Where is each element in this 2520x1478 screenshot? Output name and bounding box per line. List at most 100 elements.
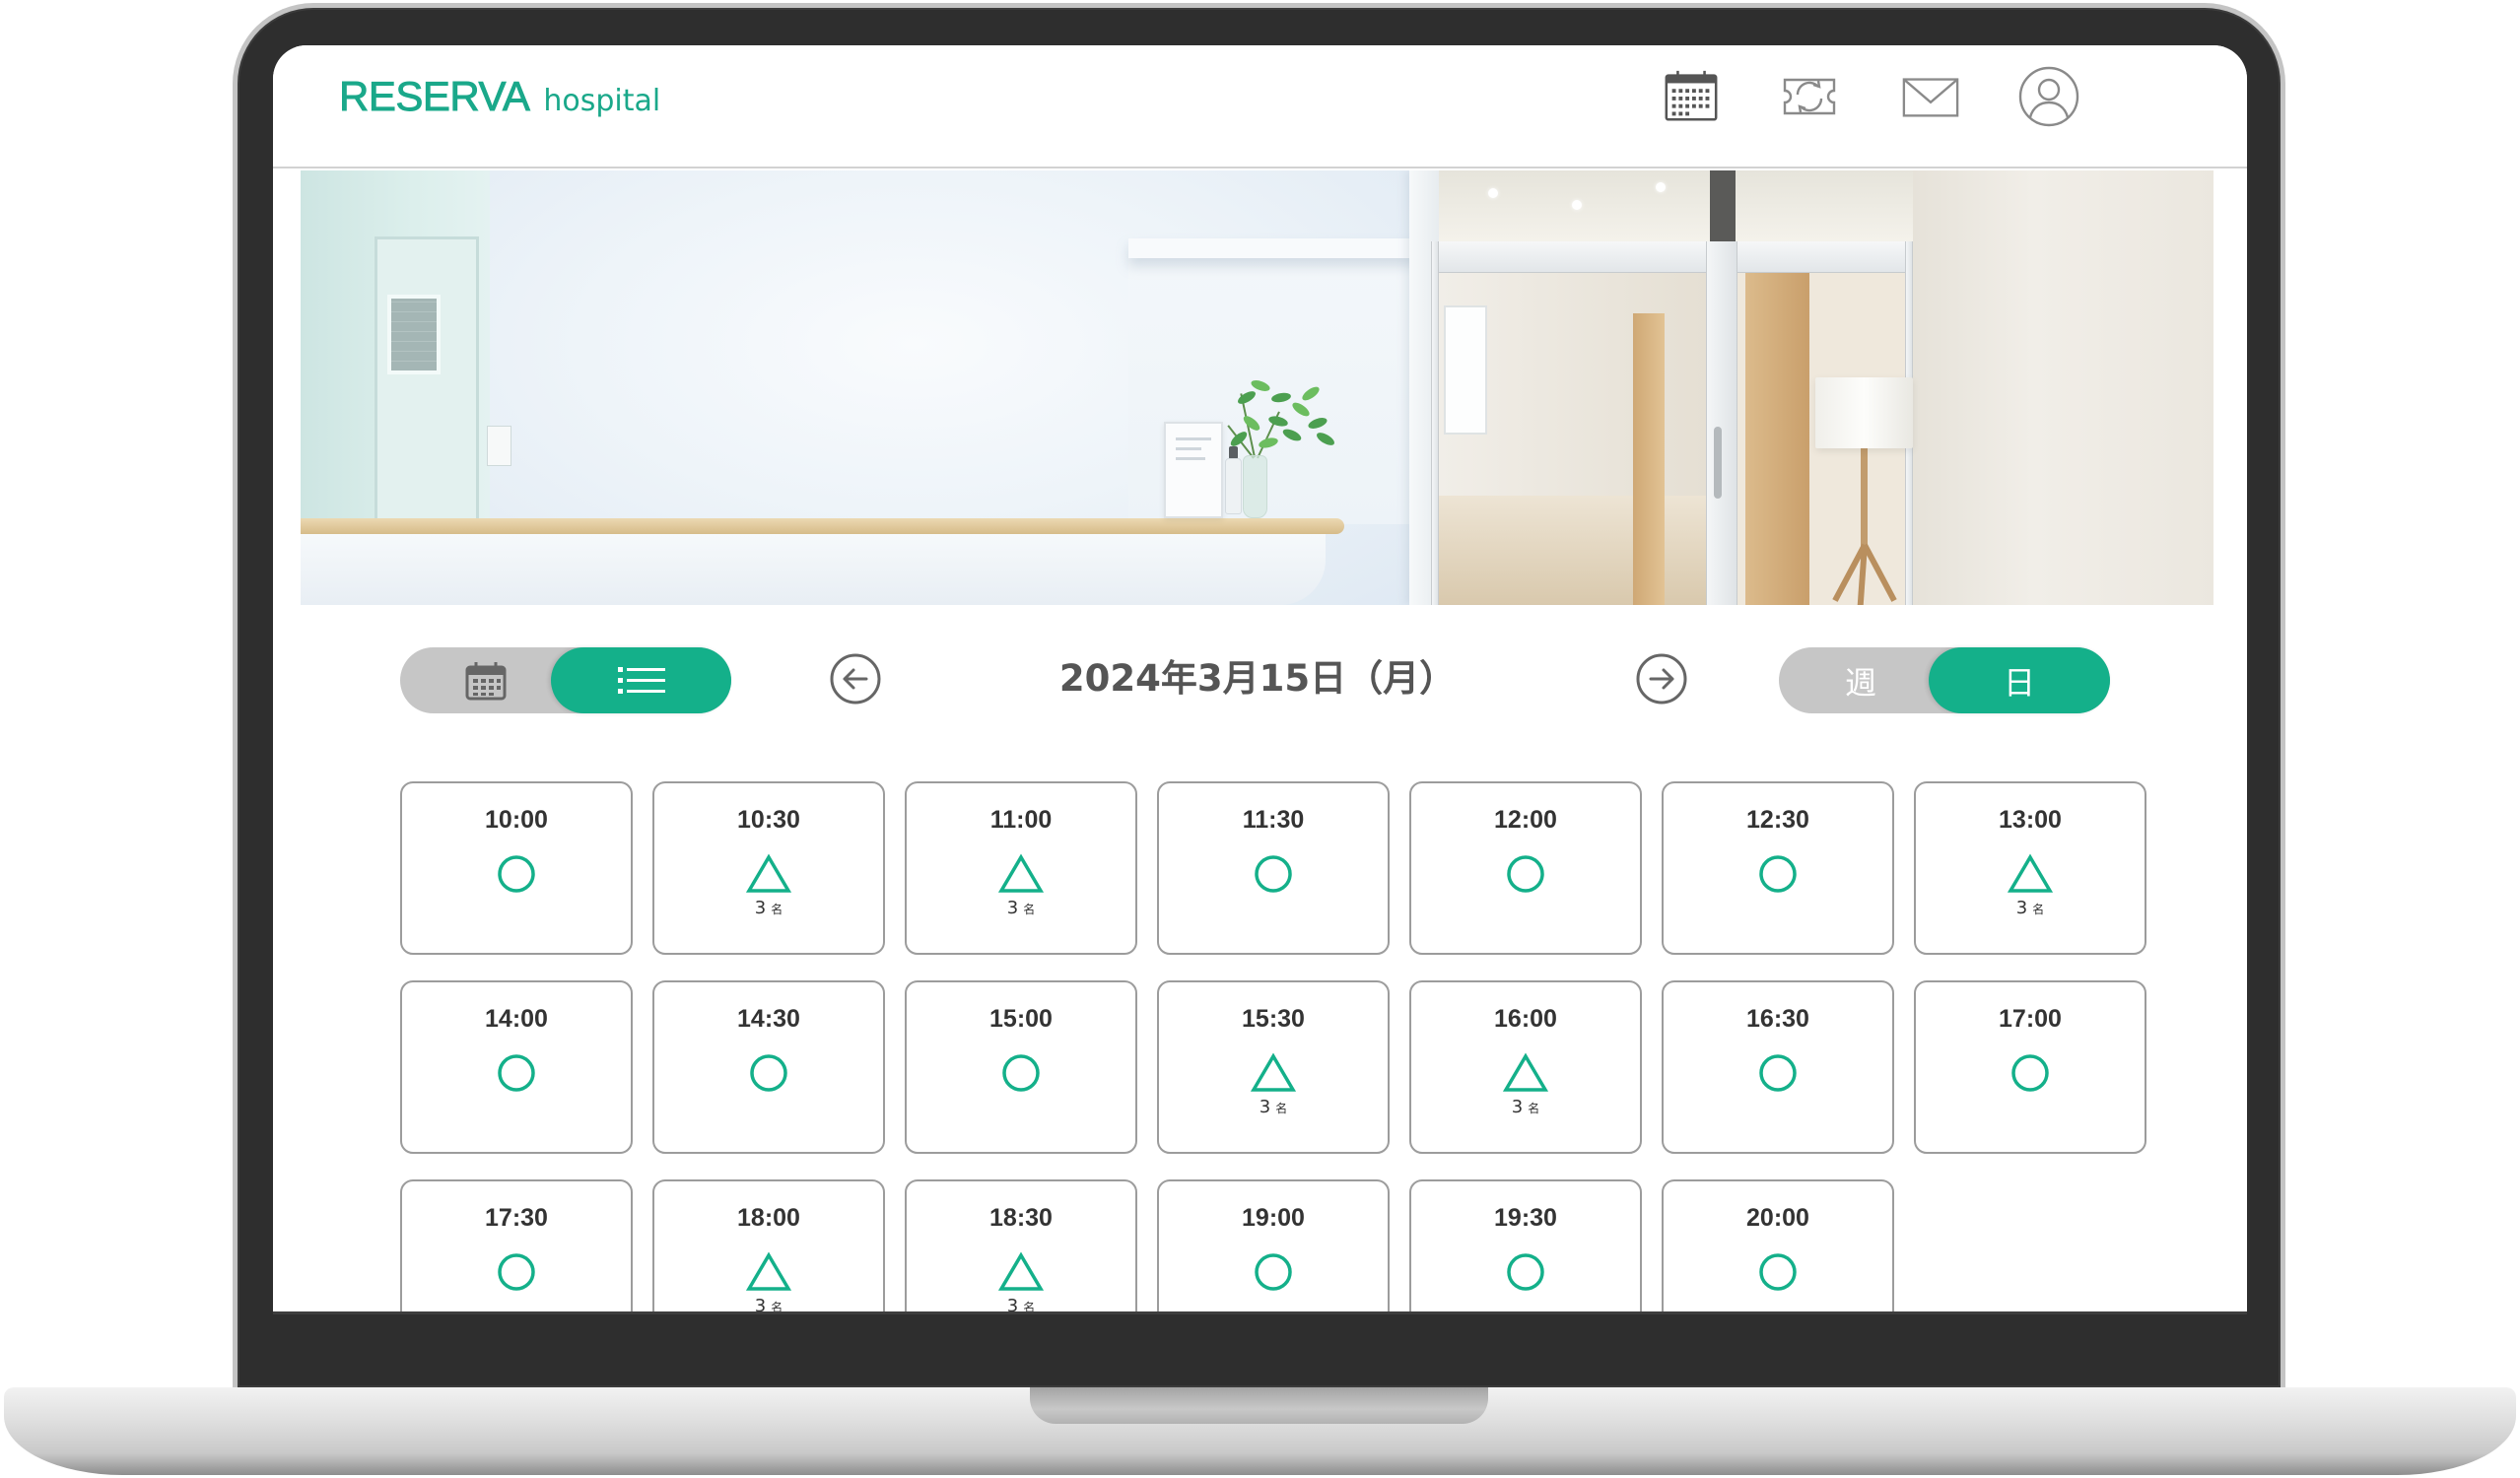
slot-remaining: 3名 [907, 898, 1135, 920]
brand-sub: hospital [543, 84, 661, 118]
slot-time: 12:30 [1746, 806, 1809, 834]
time-slot[interactable]: 14:30 [652, 980, 885, 1154]
ceiling-light [1656, 182, 1666, 192]
circle-icon [1250, 1251, 1297, 1293]
time-slot[interactable]: 15:30 3 名 [1157, 980, 1390, 1154]
hero-glass-rail [1431, 241, 1913, 273]
prev-date-button[interactable] [829, 652, 882, 705]
triangle-icon [997, 1251, 1045, 1293]
slot-remaining-count: 3 [2015, 898, 2028, 918]
laptop-notch [1030, 1387, 1488, 1424]
time-slot[interactable]: 11:00 3 名 [905, 781, 1137, 955]
slot-remaining-unit: 名 [2032, 903, 2045, 916]
slot-time: 10:00 [485, 806, 548, 834]
nav-user-button[interactable] [2016, 64, 2081, 129]
hero-wood-door [1745, 273, 1809, 605]
sign-line [1176, 457, 1205, 460]
time-slot[interactable]: 12:30 [1662, 781, 1894, 955]
time-slot[interactable]: 11:30 [1157, 781, 1390, 955]
hero-corridor-window [1444, 305, 1487, 435]
nav-calendar-button[interactable] [1659, 64, 1724, 129]
slot-time: 14:00 [485, 1005, 548, 1033]
ceiling-light [1488, 188, 1498, 198]
time-slot[interactable]: 17:00 [1914, 980, 2146, 1154]
next-date-button[interactable] [1635, 652, 1688, 705]
slot-time: 15:00 [989, 1005, 1053, 1033]
time-slot[interactable]: 16:00 3 名 [1409, 980, 1642, 1154]
time-slot[interactable]: 19:30 [1409, 1179, 1642, 1311]
slot-time: 20:00 [1746, 1204, 1809, 1232]
ceiling-light [1572, 200, 1582, 210]
hero-door [375, 236, 479, 530]
triangle-icon [1250, 1052, 1297, 1094]
list-icon [617, 666, 665, 694]
hero-door-handle [1714, 427, 1722, 499]
arrow-left-circle-icon [830, 653, 881, 705]
hero-image [301, 170, 2214, 605]
week-view-button[interactable]: 週 [1799, 647, 1923, 713]
slot-remaining: 3名 [1159, 1097, 1388, 1119]
slot-time: 11:30 [1242, 806, 1305, 834]
slot-time: 15:30 [1242, 1005, 1305, 1033]
time-slot[interactable]: 16:30 [1662, 980, 1894, 1154]
calendar-view-button[interactable] [443, 647, 529, 713]
slot-remaining-unit: 名 [1023, 1301, 1036, 1311]
laptop-screen: RESERVA hospital 2024年3月15日（月） 週 日 10:00… [273, 45, 2247, 1311]
circle-icon [1754, 1052, 1802, 1094]
triangle-icon [745, 853, 792, 895]
calendar-icon [465, 661, 507, 700]
time-slot[interactable]: 20:00 [1662, 1179, 1894, 1311]
hero-lamp-pole [1861, 448, 1868, 548]
time-slot[interactable]: 10:30 3 名 [652, 781, 885, 955]
time-slot[interactable]: 17:30 [400, 1179, 633, 1311]
circle-icon [493, 1052, 540, 1094]
circle-icon [493, 1251, 540, 1293]
hero-wood-door [1633, 313, 1665, 605]
circle-icon [745, 1052, 792, 1094]
slot-remaining-count: 3 [1006, 898, 1019, 918]
list-view-button[interactable] [551, 647, 731, 713]
hero-beam [1710, 170, 1736, 241]
slot-remaining: 3名 [1916, 898, 2145, 920]
hero-ledge [1128, 238, 1434, 258]
slot-time: 16:00 [1494, 1005, 1557, 1033]
slot-remaining-count: 3 [1006, 1296, 1019, 1311]
brand-name: RESERVA [339, 73, 531, 120]
triangle-icon [745, 1251, 792, 1293]
hero-sign-stand [1164, 422, 1223, 518]
time-slot[interactable]: 10:00 [400, 781, 633, 955]
nav-ticket-button[interactable] [1777, 64, 1842, 129]
time-slot[interactable]: 13:00 3 名 [1914, 781, 2146, 955]
triangle-icon [2007, 853, 2054, 895]
slot-time: 19:00 [1242, 1204, 1305, 1232]
sign-line [1176, 447, 1201, 450]
slot-remaining-count: 3 [754, 898, 767, 918]
hero-vase [1243, 455, 1267, 518]
slot-remaining-count: 3 [754, 1296, 767, 1311]
slot-remaining: 3名 [654, 1296, 883, 1311]
hero-wall-switch [487, 426, 511, 466]
slot-remaining-unit: 名 [1528, 1102, 1540, 1115]
time-slot[interactable]: 18:00 3 名 [652, 1179, 885, 1311]
hero-bottle [1225, 458, 1242, 514]
slot-time: 17:30 [485, 1204, 548, 1232]
triangle-icon [1502, 1052, 1549, 1094]
slot-time: 18:00 [737, 1204, 800, 1232]
brand-logo[interactable]: RESERVA hospital [339, 73, 661, 136]
time-slot[interactable]: 12:00 [1409, 781, 1642, 955]
day-view-button[interactable]: 日 [1929, 647, 2110, 713]
slot-time: 11:00 [989, 806, 1053, 834]
slot-grid: 10:00 10:30 3 名 11:00 3 名 11:30 12:00 12:30 13:00 3… [400, 781, 2146, 1311]
time-slot[interactable]: 15:00 [905, 980, 1137, 1154]
time-slot[interactable]: 19:00 [1157, 1179, 1390, 1311]
hero-ceiling [1439, 170, 1913, 241]
time-slot[interactable]: 18:30 3 名 [905, 1179, 1137, 1311]
slot-time: 19:30 [1494, 1204, 1557, 1232]
hero-door-window [387, 295, 441, 374]
time-slot[interactable]: 14:00 [400, 980, 633, 1154]
circle-icon [1754, 853, 1802, 895]
nav-mail-button[interactable] [1898, 64, 1963, 129]
slot-remaining: 3名 [654, 898, 883, 920]
triangle-icon [997, 853, 1045, 895]
circle-icon [1250, 853, 1297, 895]
